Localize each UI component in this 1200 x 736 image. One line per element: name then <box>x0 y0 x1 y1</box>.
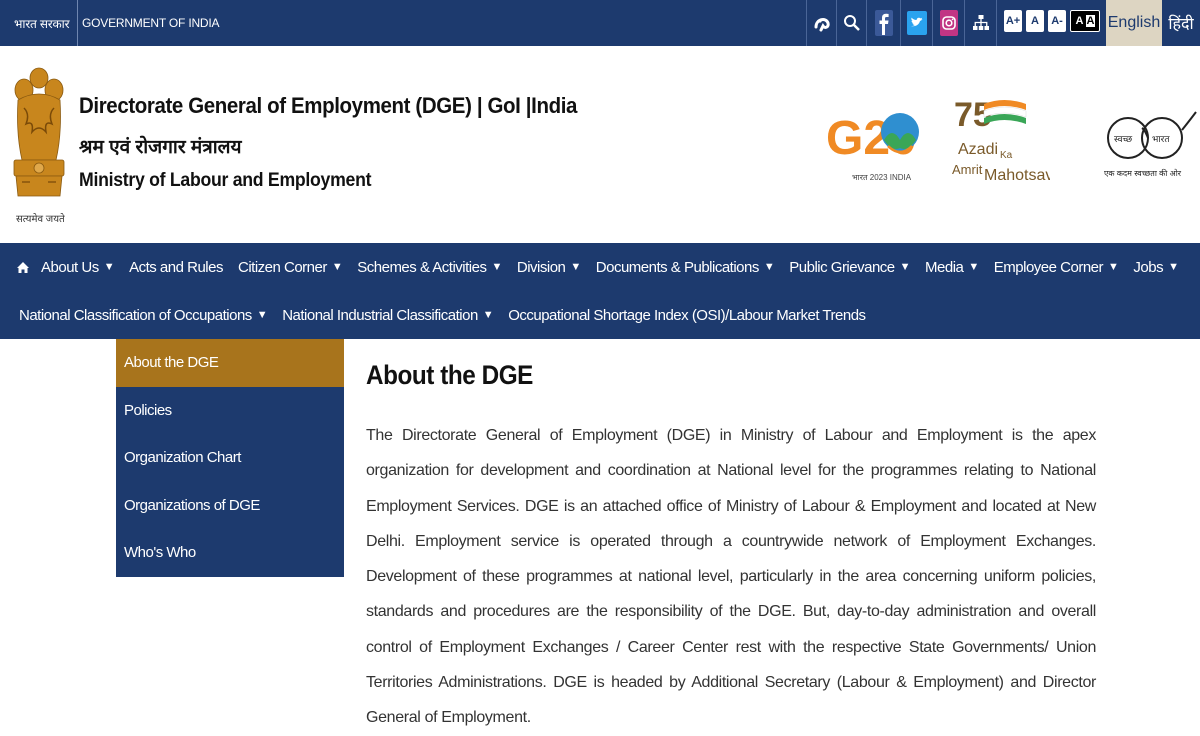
high-contrast-button[interactable]: A A <box>1070 10 1100 32</box>
azadi-ka: Ka <box>1000 150 1013 161</box>
nav-national-industrial-classification[interactable]: National Industrial Classification ▼ <box>282 306 494 324</box>
page-body-text: The Directorate General of Employment (D… <box>366 427 1096 727</box>
ministry-title: Ministry of Labour and Employment <box>79 170 372 191</box>
chevron-down-icon: ▼ <box>482 309 494 321</box>
nav-documents-publications[interactable]: Documents & Publications ▼ <box>595 258 775 276</box>
gov-english-link[interactable]: GOVERNMENT OF INDIA <box>82 0 220 46</box>
nav-about-us[interactable]: About Us ▼ <box>41 258 115 276</box>
nav-row-primary: About Us ▼ Acts and Rules Citizen Corner ▼… <box>0 243 1193 291</box>
nav-media[interactable]: Media ▼ <box>925 259 979 276</box>
chevron-down-icon: ▼ <box>256 309 268 321</box>
facebook-icon[interactable] <box>866 0 901 46</box>
nav-label: Public Grievance <box>789 258 895 276</box>
g20-logo: G20 भारत 2023 INDIA <box>826 112 919 182</box>
nav-label: Division <box>516 258 566 276</box>
ministry-title-hindi: श्रम एवं रोजगार मंत्रालय <box>79 137 242 158</box>
national-emblem-logo[interactable] <box>10 64 68 206</box>
instagram-icon[interactable] <box>932 0 965 46</box>
sidebar-menu: About the DGE Policies Organization Char… <box>116 339 344 577</box>
swachh-right-text: भारत <box>1152 134 1170 144</box>
nav-label: Documents & Publications <box>595 258 760 276</box>
swachh-bharat-logo: स्वच्छ भारत एक कदम स्वच्छता की ओर <box>1104 111 1197 178</box>
chevron-down-icon: ▼ <box>570 261 581 273</box>
chevron-down-icon: ▼ <box>1108 261 1119 273</box>
nav-label: Occupational Shortage Index (OSI)/Labour… <box>508 306 866 324</box>
nav-row-secondary: National Classification of Occupations ▼ … <box>19 291 881 339</box>
chevron-down-icon: ▼ <box>103 261 115 273</box>
nav-occupational-shortage-index[interactable]: Occupational Shortage Index (OSI)/Labour… <box>508 306 866 324</box>
twitter-icon[interactable] <box>900 0 933 46</box>
font-decrease-button[interactable]: A- <box>1048 10 1066 32</box>
sidebar-item-whos-who[interactable]: Who's Who <box>116 529 344 577</box>
font-normal-button[interactable]: A <box>1026 10 1044 32</box>
chevron-down-icon: ▼ <box>968 261 979 273</box>
nav-label: About Us <box>41 258 99 276</box>
sidebar-item-policies[interactable]: Policies <box>116 387 344 435</box>
g20-caption: भारत 2023 INDIA <box>852 173 912 182</box>
sidebar-item-about-the-dge[interactable]: About the DGE <box>116 339 344 387</box>
language-english-button[interactable]: English <box>1106 0 1162 46</box>
nav-label: Acts and Rules <box>129 258 223 276</box>
nav-label: Schemes & Activities <box>357 258 487 276</box>
nav-national-classification-occupations[interactable]: National Classification of Occupations ▼ <box>19 306 268 324</box>
chevron-down-icon: ▼ <box>899 261 911 273</box>
nav-label: National Industrial Classification <box>282 306 478 324</box>
swachh-left-text: स्वच्छ <box>1114 134 1133 144</box>
top-bar: भारत सरकार GOVERNMENT OF INDIA A+ A A- A… <box>0 0 1200 46</box>
nav-label: Employee Corner <box>993 258 1104 276</box>
page-title: About the DGE <box>366 360 533 390</box>
accessibility-icon[interactable] <box>806 0 837 46</box>
sidebar-item-organizations-of-dge[interactable]: Organizations of DGE <box>116 482 344 530</box>
nav-schemes-activities[interactable]: Schemes & Activities ▼ <box>357 259 502 276</box>
nav-jobs[interactable]: Jobs ▼ <box>1133 258 1179 276</box>
swachh-caption: एक कदम स्वच्छता की ओर <box>1104 168 1182 178</box>
nav-label: National Classification of Occupations <box>19 306 252 324</box>
nav-employee-corner[interactable]: Employee Corner ▼ <box>994 259 1119 276</box>
emblem-caption: सत्यमेव जयते <box>16 214 65 225</box>
contrast-label: A <box>1085 15 1096 27</box>
home-icon[interactable] <box>16 261 30 274</box>
azadi-amrit: Amrit <box>952 162 983 177</box>
contrast-label: A <box>1074 15 1085 27</box>
azadi-ka-amrit-mahotsav-logo: 75 Azadi Ka Amrit Mahotsav <box>952 96 1050 184</box>
chevron-down-icon: ▼ <box>763 261 775 273</box>
language-hindi-button[interactable]: हिंदी <box>1162 0 1200 46</box>
main-navigation: About Us ▼ Acts and Rules Citizen Corner ▼… <box>0 243 1200 339</box>
chevron-down-icon: ▼ <box>331 261 343 273</box>
search-icon[interactable] <box>836 0 867 46</box>
nav-label: Citizen Corner <box>237 258 327 276</box>
azadi-word: Azadi <box>958 141 998 158</box>
nav-division[interactable]: Division ▼ <box>517 259 581 276</box>
nav-label: Media <box>925 258 964 276</box>
nav-acts-and-rules[interactable]: Acts and Rules <box>129 259 223 276</box>
chevron-down-icon: ▼ <box>491 261 502 273</box>
site-title[interactable]: Directorate General of Employment (DGE) … <box>79 93 577 119</box>
nav-label: Jobs <box>1133 258 1164 276</box>
nav-public-grievance[interactable]: Public Grievance ▼ <box>789 259 910 276</box>
nav-citizen-corner[interactable]: Citizen Corner ▼ <box>237 258 343 276</box>
chevron-down-icon: ▼ <box>1168 261 1179 273</box>
sidebar-item-organization-chart[interactable]: Organization Chart <box>116 434 344 482</box>
azadi-mahotsav: Mahotsav <box>984 167 1050 184</box>
gov-hindi-link[interactable]: भारत सरकार <box>14 0 79 46</box>
font-increase-button[interactable]: A+ <box>1004 10 1022 32</box>
sitemap-icon[interactable] <box>964 0 997 46</box>
